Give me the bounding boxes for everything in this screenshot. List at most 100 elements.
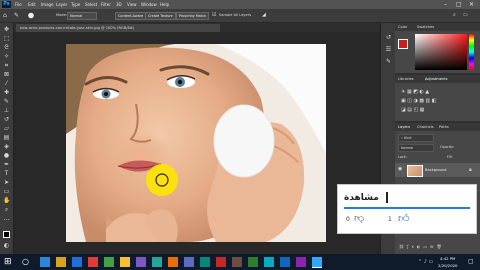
tab-layers[interactable]: Layers xyxy=(398,123,410,131)
foreground-swatch[interactable] xyxy=(398,39,408,49)
menu-select[interactable]: Select xyxy=(85,1,97,8)
windows-start-icon[interactable]: ⊞ xyxy=(4,256,12,268)
app-icon-9[interactable] xyxy=(232,257,242,267)
chrome-icon[interactable] xyxy=(120,257,130,267)
adjustments-icons-row-1[interactable]: ☀▦◩◐▲ xyxy=(401,89,431,95)
pen-tool-icon[interactable]: ✒ xyxy=(3,162,10,168)
notification-icon[interactable]: ▢ xyxy=(468,257,474,267)
gradient-tool-icon[interactable]: ▤ xyxy=(3,135,10,141)
brush-tool-icon[interactable]: ✎ xyxy=(3,99,10,105)
menu-image[interactable]: Image xyxy=(41,1,54,8)
angle-icon[interactable]: ◢ xyxy=(262,12,266,19)
app-icon-13[interactable] xyxy=(296,257,306,267)
canvas-image[interactable] xyxy=(66,44,326,242)
layer-row-background[interactable]: ◉ Background 🔒︎ xyxy=(395,163,480,177)
visibility-eye-icon[interactable]: ◉ xyxy=(398,166,402,173)
clone-stamp-tool-icon[interactable]: ⊥ xyxy=(3,108,10,114)
healing-brush-icon[interactable]: ✎ xyxy=(14,12,19,19)
edge-icon[interactable] xyxy=(72,257,82,267)
marquee-tool-icon[interactable]: ⬚ xyxy=(3,36,10,42)
app-icon-3[interactable] xyxy=(136,257,146,267)
menu-filter[interactable]: Filter xyxy=(101,1,111,8)
app-icon-1[interactable] xyxy=(88,257,98,267)
dodge-tool-icon[interactable]: ● xyxy=(3,153,10,159)
layer-name[interactable]: Background xyxy=(425,166,446,174)
adjustments-icons-row-2[interactable]: ▣◫◑▩▥◧ xyxy=(401,98,438,104)
path-select-tool-icon[interactable]: ➤ xyxy=(3,180,10,186)
create-texture-button[interactable]: Create Texture xyxy=(145,12,176,20)
app-icon-12[interactable] xyxy=(280,257,290,267)
menu-file[interactable]: File xyxy=(15,1,22,8)
thumbs-up-icon[interactable]: 👍︎ xyxy=(398,212,410,225)
thumbs-down-icon[interactable]: 👎︎ xyxy=(354,213,364,225)
quick-select-tool-icon[interactable]: ✧ xyxy=(3,54,10,60)
checkbox-icon[interactable]: ☑ xyxy=(212,12,216,19)
quick-mask-icon[interactable]: ◐ xyxy=(3,243,10,249)
history-panel-icon[interactable]: ↺ xyxy=(385,35,392,41)
color-picker-field[interactable] xyxy=(415,34,467,70)
menu-help[interactable]: Help xyxy=(160,1,169,8)
blur-tool-icon[interactable]: ◈ xyxy=(3,144,10,150)
app-icon-7[interactable] xyxy=(200,257,210,267)
move-tool-icon[interactable]: ✥ xyxy=(3,27,10,33)
app-icon-2[interactable] xyxy=(104,257,114,267)
clock-date[interactable]: 2/20/2020 xyxy=(438,262,457,269)
tab-libraries[interactable]: Libraries xyxy=(398,75,414,83)
app-icon-6[interactable] xyxy=(184,257,194,267)
menu-view[interactable]: View xyxy=(127,1,137,8)
minimize-icon[interactable]: – xyxy=(444,0,447,9)
search-icon[interactable]: ○ xyxy=(22,256,29,268)
search-icon[interactable]: ⌕ xyxy=(453,12,456,19)
properties-panel-icon[interactable]: ☰ xyxy=(385,47,392,53)
app-icon-5[interactable] xyxy=(168,257,178,267)
clock-time[interactable]: 4:42 PM xyxy=(440,255,455,262)
foreground-color-swatch[interactable] xyxy=(3,231,10,238)
frame-tool-icon[interactable]: ⊠ xyxy=(3,72,10,78)
proximity-match-button[interactable]: Proximity Match xyxy=(176,12,210,20)
menu-3d[interactable]: 3D xyxy=(116,1,122,8)
home-icon[interactable]: ⌂ xyxy=(3,12,7,19)
workspace-icon[interactable]: ▭ xyxy=(463,12,468,19)
layers-footer-icons[interactable]: ⛓ƒx◐▭⊞🗑︎ xyxy=(399,244,445,250)
document-tab[interactable]: how-acne-products-can-irritate-your-skin… xyxy=(16,24,220,32)
file-explorer-icon[interactable] xyxy=(56,257,66,267)
app-icon-8[interactable] xyxy=(216,257,226,267)
type-tool-icon[interactable]: T xyxy=(3,171,10,177)
select-subject-button[interactable]: Content-Aware xyxy=(115,12,147,20)
tab-adjustments[interactable]: Adjustments xyxy=(425,75,448,83)
adjustments-icons-row-3[interactable]: ◪▤◰▦ xyxy=(401,107,426,113)
healing-brush-tool-icon[interactable]: ✚ xyxy=(3,90,10,96)
menu-edit[interactable]: Edit xyxy=(28,1,36,8)
photoshop-taskbar-icon[interactable] xyxy=(312,257,322,268)
tab-channels[interactable]: Channels xyxy=(417,123,434,131)
rectangle-tool-icon[interactable]: ▭ xyxy=(3,189,10,195)
app-icon-4[interactable] xyxy=(152,257,162,267)
app-icon-11[interactable] xyxy=(264,257,274,267)
menu-layer[interactable]: Layer xyxy=(56,1,67,8)
maximize-icon[interactable]: □ xyxy=(456,0,462,9)
tray-icons[interactable]: ⌃ ♪ ▭ xyxy=(418,256,433,268)
hand-tool-icon[interactable]: ✋ xyxy=(3,198,10,204)
menu-window[interactable]: Window xyxy=(141,1,157,8)
brush-panel-icon[interactable]: ✎ xyxy=(385,59,392,65)
tab-paths[interactable]: Paths xyxy=(439,123,449,131)
hue-slider[interactable] xyxy=(469,34,474,70)
blend-mode-select[interactable]: Normal xyxy=(398,144,434,152)
lasso-tool-icon[interactable]: ᘓ xyxy=(3,45,10,51)
tab-swatches[interactable]: Swatches xyxy=(417,23,434,31)
layer-kind-filter[interactable]: ⌕ Kind xyxy=(398,134,434,142)
brush-size-picker[interactable] xyxy=(27,12,35,19)
eyedropper-tool-icon[interactable]: ⁄ xyxy=(3,81,10,87)
sample-all-layers-label[interactable]: Sample All Layers xyxy=(219,12,251,19)
history-brush-tool-icon[interactable]: ↺ xyxy=(3,117,10,123)
more-tools-icon[interactable]: … xyxy=(3,216,10,222)
app-icon-10[interactable] xyxy=(248,257,258,267)
menu-type[interactable]: Type xyxy=(71,1,80,8)
zoom-tool-icon[interactable]: ⌕ xyxy=(3,207,10,213)
close-icon[interactable]: ✕ xyxy=(469,0,474,9)
tab-color[interactable]: Color xyxy=(398,23,407,31)
task-view-icon[interactable] xyxy=(40,257,50,267)
mode-select[interactable]: Normal xyxy=(67,12,97,20)
eraser-tool-icon[interactable]: ▱ xyxy=(3,126,10,132)
crop-tool-icon[interactable]: ⌗ xyxy=(3,63,10,69)
